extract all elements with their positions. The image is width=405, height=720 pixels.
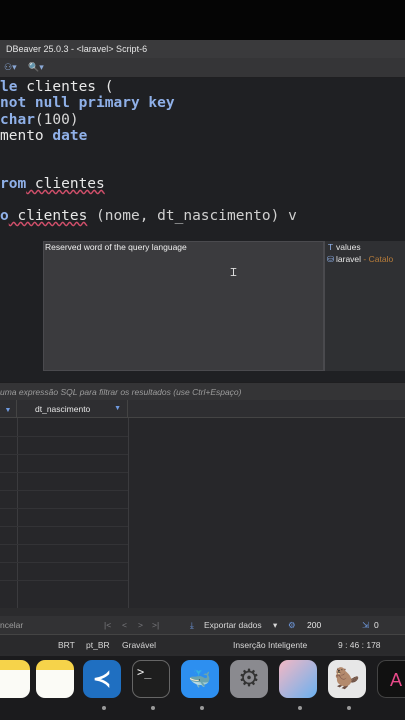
keyword-icon: T: [327, 242, 334, 252]
record-count: 0: [374, 620, 379, 630]
notes-icon[interactable]: [0, 660, 30, 698]
gear-icon[interactable]: ⚙: [288, 616, 296, 634]
record-count-icon: ⇲: [362, 620, 370, 630]
nav-next-icon[interactable]: >: [138, 616, 143, 634]
grid-row-line: [0, 508, 128, 509]
grid-row-line: [0, 490, 128, 491]
status-mode: Gravável: [122, 640, 157, 650]
results-column-header: ▼ dt_nascimento ▼: [0, 400, 405, 418]
grid-row-line: [0, 436, 128, 437]
chevron-down-icon: ▾: [273, 620, 278, 630]
grid-row-line: [0, 544, 128, 545]
simulator-icon[interactable]: [279, 660, 317, 698]
code-line-5: rom clientes: [0, 176, 105, 192]
dbeaver-icon[interactable]: 🦫: [328, 660, 366, 698]
results-toolbar: ncelar |< < > >| ⤓ Exportar dados ▾ ⚙ 20…: [0, 616, 405, 634]
running-indicator: [347, 706, 351, 710]
running-indicator: [200, 706, 204, 710]
running-indicator: [298, 706, 302, 710]
code-line-3: char(100): [0, 112, 79, 128]
code-line-2: not null primary key: [0, 95, 175, 111]
chevron-down-icon: ▼: [4, 407, 12, 414]
row-selector-header[interactable]: ▼: [0, 400, 17, 418]
column-dt-nascimento[interactable]: dt_nascimento ▼: [17, 400, 128, 418]
macos-dock: ≺ >_ 🐳 ⚙ 🦫 A: [0, 656, 405, 720]
terminal-icon[interactable]: >_: [132, 660, 170, 698]
status-bar: BRT pt_BR Gravável Inserção Inteligente …: [0, 634, 405, 654]
status-timezone: BRT: [58, 640, 75, 650]
results-filter-input[interactable]: uma expressão SQL para filtrar os result…: [0, 382, 405, 400]
status-insert-mode: Inserção Inteligente: [233, 640, 308, 650]
vscode-icon[interactable]: ≺: [83, 660, 121, 698]
text-cursor-icon: Ｉ: [228, 267, 239, 279]
system-settings-icon[interactable]: ⚙: [230, 660, 268, 698]
chevron-down-icon: ▼: [114, 405, 121, 412]
results-grid[interactable]: [0, 418, 405, 608]
autocomplete-item[interactable]: Tvalues: [325, 241, 405, 253]
grid-row-line: [0, 562, 128, 563]
toolbar: ⚇▾ 🔍▾: [0, 58, 405, 78]
status-locale: pt_BR: [86, 640, 110, 650]
grid-divider: [128, 418, 129, 608]
docker-icon[interactable]: 🐳: [181, 660, 219, 698]
autocomplete-item[interactable]: ⛁ laravel - Catalo: [325, 253, 405, 265]
export-icon: ⤓: [190, 620, 194, 630]
status-cursor-position: 9 : 46 : 178: [338, 640, 381, 650]
autocomplete-description: Reserved word of the query language: [45, 242, 187, 252]
row-limit-input[interactable]: 200: [307, 616, 321, 634]
nav-first-icon[interactable]: |<: [104, 616, 111, 634]
search-icon[interactable]: 🔍▾: [28, 62, 44, 73]
code-line-4: mento date: [0, 128, 88, 144]
database-icon: ⛁: [326, 254, 335, 264]
window-title: DBeaver 25.0.3 - <laravel> Script-6: [0, 40, 405, 58]
code-line-1: le clientes (: [0, 79, 114, 95]
grid-row-line: [0, 454, 128, 455]
grid-row-line: [0, 526, 128, 527]
code-line-6: o clientes (nome, dt_nascimento) v: [0, 208, 297, 224]
top-black-bar: [0, 0, 405, 40]
nav-prev-icon[interactable]: <: [122, 616, 127, 634]
autocomplete-description-panel: Reserved word of the query language Ｉ: [43, 241, 324, 371]
dbeaver-window: DBeaver 25.0.3 - <laravel> Script-6 ⚇▾ 🔍…: [0, 40, 405, 656]
cancel-button[interactable]: ncelar: [0, 616, 23, 634]
notes-icon[interactable]: [36, 660, 74, 698]
sql-editor[interactable]: le clientes ( not null primary key char(…: [0, 78, 405, 390]
running-indicator: [102, 706, 106, 710]
schema-menu-icon[interactable]: ⚇▾: [4, 62, 17, 73]
export-data-button[interactable]: Exportar dados: [204, 616, 262, 634]
grid-row-line: [0, 472, 128, 473]
nav-last-icon[interactable]: >|: [152, 616, 159, 634]
grid-row-line: [0, 580, 128, 581]
running-indicator: [151, 706, 155, 710]
autocomplete-list[interactable]: Tvalues ⛁ laravel - Catalo: [324, 241, 405, 371]
app-icon[interactable]: A: [377, 660, 405, 698]
